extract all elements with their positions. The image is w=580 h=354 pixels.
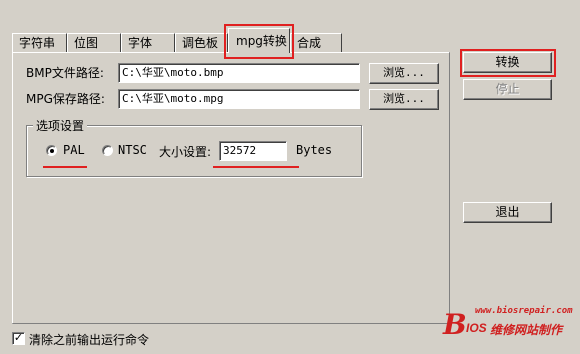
size-unit: Bytes — [296, 143, 333, 157]
pal-label[interactable]: PAL — [63, 143, 85, 157]
watermark-url: www.biosrepair.com — [475, 306, 573, 316]
tab-label: 调色板 — [182, 36, 219, 50]
bmp-path-label: BMP文件路径: — [26, 66, 104, 80]
options-group-title: 选项设置 — [33, 117, 88, 134]
stop-button[interactable]: 停止 — [463, 79, 552, 100]
tab-compose[interactable]: 合成 — [290, 33, 342, 52]
tab-string[interactable]: 字符串 — [12, 33, 67, 52]
size-label: 大小设置: — [159, 145, 212, 159]
clear-output-checkbox[interactable]: ✓ — [12, 332, 25, 345]
clear-output-label[interactable]: 清除之前输出运行命令 — [29, 331, 149, 348]
watermark-text: 维修网站制作 — [490, 323, 563, 337]
pal-radio[interactable] — [46, 145, 57, 156]
tab-label: 字体 — [128, 36, 153, 50]
mpg-path-input[interactable]: C:\华亚\moto.mpg — [118, 89, 360, 109]
watermark-logo-b: B — [443, 308, 467, 341]
convert-button-highlight — [460, 49, 556, 77]
bmp-browse-button[interactable]: 浏览... — [369, 63, 439, 84]
active-tab-highlight — [224, 24, 294, 59]
mpg-path-label: MPG保存路径: — [26, 92, 105, 106]
size-underline — [213, 166, 299, 168]
tab-palette[interactable]: 调色板 — [175, 33, 228, 52]
ntsc-radio[interactable] — [102, 145, 113, 156]
tab-label: 位图 — [74, 36, 99, 50]
pal-underline — [43, 166, 87, 168]
size-input[interactable]: 32572 — [219, 141, 287, 161]
tab-label: 字符串 — [19, 36, 56, 50]
bmp-path-input[interactable]: C:\华亚\moto.bmp — [118, 63, 360, 83]
tab-label: 合成 — [297, 36, 322, 50]
watermark-brand: IOS — [466, 321, 487, 335]
ntsc-label[interactable]: NTSC — [118, 143, 147, 157]
exit-button[interactable]: 退出 — [463, 202, 552, 223]
tab-font[interactable]: 字体 — [121, 33, 175, 52]
tab-bitmap[interactable]: 位图 — [67, 33, 121, 52]
mpg-browse-button[interactable]: 浏览... — [369, 89, 439, 110]
